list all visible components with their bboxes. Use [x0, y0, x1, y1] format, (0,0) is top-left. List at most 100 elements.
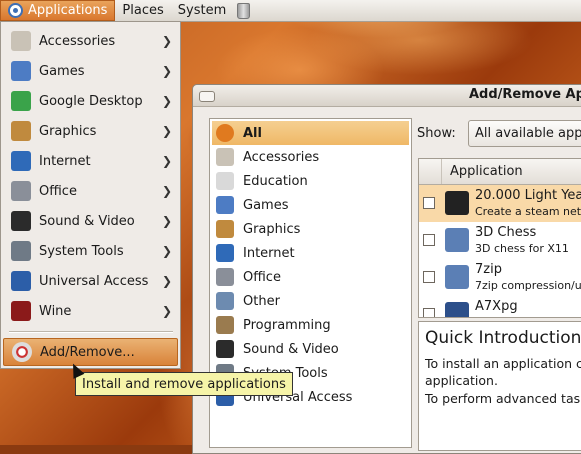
submenu-arrow-icon: ❯ [162, 34, 173, 48]
application-name: A7Xpg [475, 299, 518, 314]
graphics-icon [11, 121, 31, 141]
application-name: 3D Chess [475, 225, 537, 240]
submenu-arrow-icon: ❯ [162, 64, 173, 78]
accessories-icon [11, 31, 31, 51]
menu-item-graphics[interactable]: Graphics ❯ [3, 117, 178, 145]
system-menu-button[interactable]: System [171, 0, 233, 21]
install-checkbox[interactable] [423, 271, 435, 283]
wine-icon [11, 301, 31, 321]
category-item-education[interactable]: Education [212, 169, 409, 193]
menu-item-label: Internet [39, 153, 91, 169]
tooltip: Install and remove applications [75, 372, 293, 396]
applications-menu-button[interactable]: Applications [0, 0, 116, 21]
top-panel: Applications Places System [0, 0, 581, 22]
show-label: Show: [417, 126, 456, 141]
applications-table: Application 20.000 Light Year Create a st… [418, 158, 581, 318]
category-item-games[interactable]: Games [212, 193, 409, 217]
intro-paragraph-2: To perform advanced tas [425, 391, 581, 406]
applications-label: Applications [28, 3, 108, 18]
menu-separator [9, 331, 173, 333]
category-label: Accessories [243, 149, 320, 165]
category-item-other[interactable]: Other [212, 289, 409, 313]
category-icon [216, 340, 234, 358]
menu-item-wine[interactable]: Wine ❯ [3, 297, 178, 325]
submenu-arrow-icon: ❯ [162, 184, 173, 198]
category-icon [216, 268, 234, 286]
description-panel: Quick Introduction To install an applica… [418, 321, 581, 451]
menu-item-label: Google Desktop [39, 93, 143, 109]
install-checkbox[interactable] [423, 234, 435, 246]
menu-item-label: Graphics [39, 123, 97, 139]
category-icon [216, 292, 234, 310]
menu-item-internet[interactable]: Internet ❯ [3, 147, 178, 175]
menu-item-system-tools[interactable]: System Tools ❯ [3, 237, 178, 265]
application-name: 20.000 Light Year [475, 188, 581, 203]
table-row[interactable]: A7Xpg [419, 296, 581, 317]
application-description: Create a steam net [475, 205, 581, 218]
table-row[interactable]: 20.000 Light Year Create a steam net [419, 185, 581, 222]
category-label: Games [243, 197, 289, 213]
category-item-programming[interactable]: Programming [212, 313, 409, 337]
menu-item-label: Wine [39, 303, 72, 319]
category-icon [216, 148, 234, 166]
trash-launcher-icon[interactable] [237, 2, 251, 19]
sound-video-icon [11, 211, 31, 231]
category-item-accessories[interactable]: Accessories [212, 145, 409, 169]
category-item-graphics[interactable]: Graphics [212, 217, 409, 241]
category-icon [216, 220, 234, 238]
menu-item-label: Accessories [39, 33, 116, 49]
submenu-arrow-icon: ❯ [162, 214, 173, 228]
menu-item-games[interactable]: Games ❯ [3, 57, 178, 85]
category-item-internet[interactable]: Internet [212, 241, 409, 265]
table-row[interactable]: 3D Chess 3D chess for X11 [419, 222, 581, 259]
menu-item-add-remove[interactable]: Add/Remove... [3, 338, 178, 366]
category-icon [216, 172, 234, 190]
show-filter-value: All available appl [475, 126, 581, 141]
system-label: System [177, 3, 227, 18]
application-name: 7zip [475, 262, 502, 277]
submenu-arrow-icon: ❯ [162, 124, 173, 138]
application-icon [445, 191, 469, 215]
install-checkbox[interactable] [423, 197, 435, 209]
category-item-sound-video[interactable]: Sound & Video [212, 337, 409, 361]
applications-menu: Add/Remove... Accessories ❯ Games ❯ Google D… [0, 21, 181, 369]
menu-item-label: Office [39, 183, 77, 199]
internet-icon [11, 151, 31, 171]
menu-item-universal-access[interactable]: Universal Access ❯ [3, 267, 178, 295]
application-description: 7zip compression/u [475, 279, 581, 292]
category-item-office[interactable]: Office [212, 265, 409, 289]
category-icon [216, 316, 234, 334]
menu-item-google-desktop[interactable]: Google Desktop ❯ [3, 87, 178, 115]
office-icon [11, 181, 31, 201]
category-label: Graphics [243, 221, 301, 237]
install-checkbox[interactable] [423, 308, 435, 317]
application-description: 3D chess for X11 [475, 242, 569, 255]
category-item-all[interactable]: All [212, 121, 409, 145]
add-remove-icon [12, 342, 32, 362]
table-row[interactable]: 7zip 7zip compression/u [419, 259, 581, 296]
intro-paragraph-1: To install an application c remove the a… [425, 356, 581, 388]
show-filter-dropdown[interactable]: All available appl [468, 120, 581, 147]
submenu-arrow-icon: ❯ [162, 274, 173, 288]
dialog-titlebar[interactable]: Add/Remove Ap [193, 85, 581, 107]
places-menu-button[interactable]: Places [115, 0, 170, 21]
checkbox-column-header[interactable] [419, 159, 442, 184]
system-tools-icon [11, 241, 31, 261]
application-icon [445, 265, 469, 289]
category-icon [216, 196, 234, 214]
places-label: Places [122, 3, 164, 18]
menu-item-office[interactable]: Office ❯ [3, 177, 178, 205]
intro-heading: Quick Introduction [425, 328, 581, 348]
window-menu-button[interactable] [199, 91, 215, 102]
menu-item-accessories[interactable]: Accessories ❯ [3, 27, 178, 55]
menu-item-sound-video[interactable]: Sound & Video ❯ [3, 207, 178, 235]
category-label: Education [243, 173, 308, 189]
category-label: Programming [243, 317, 331, 333]
application-column-header[interactable]: Application [450, 164, 523, 179]
category-icon [216, 244, 234, 262]
category-label: Sound & Video [243, 341, 339, 357]
category-icon [216, 124, 234, 142]
category-label: Other [243, 293, 280, 309]
tooltip-text: Install and remove applications [82, 376, 286, 392]
category-label: Office [243, 269, 281, 285]
